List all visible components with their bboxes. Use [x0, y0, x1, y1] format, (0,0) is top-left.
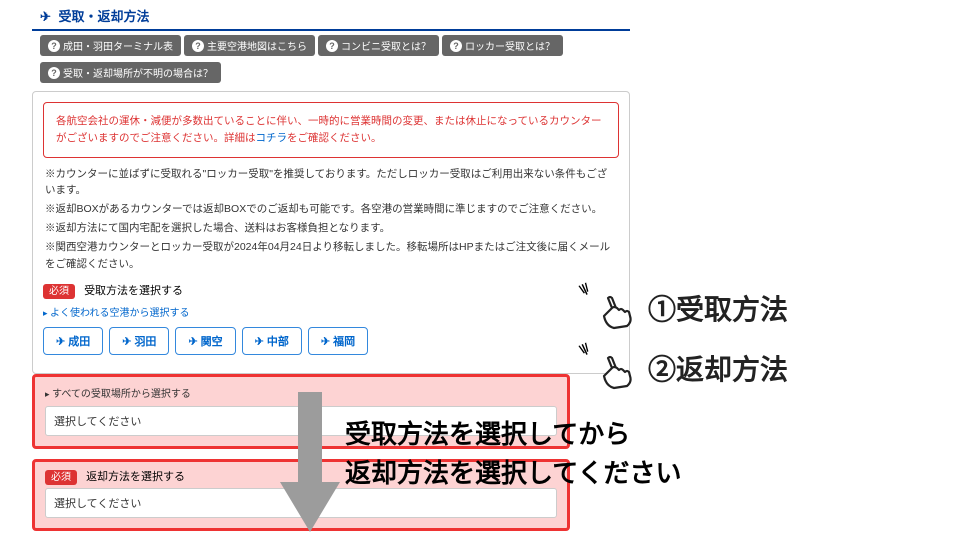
required-badge: 必須 — [43, 284, 75, 299]
instruction-line-1: 受取方法を選択してから — [345, 415, 681, 454]
section-title: ✈ 受取・返却方法 — [32, 0, 630, 31]
pickup-label: 受取方法を選択する — [84, 285, 183, 297]
alert-box: 各航空会社の運休・減便が多数出ていることに伴い、一時的に営業時間の変更、または休… — [43, 102, 619, 158]
help-airport-map[interactable]: ?主要空港地図はこちら — [184, 35, 315, 56]
plane-icon: ✈ — [40, 9, 51, 25]
help-icon: ? — [48, 40, 60, 52]
callout-pickup: ①受取方法 — [648, 288, 788, 328]
plane-icon: ✈ — [56, 335, 65, 348]
plane-icon: ✈ — [255, 335, 264, 348]
help-locker[interactable]: ?ロッカー受取とは？ — [442, 35, 563, 56]
main-box: 各航空会社の運休・減便が多数出ていることに伴い、一時的に営業時間の変更、または休… — [32, 91, 630, 374]
alert-text-2: をご確認ください。 — [287, 132, 382, 144]
plane-icon: ✈ — [122, 335, 131, 348]
help-icon: ? — [326, 40, 338, 52]
help-icon: ? — [192, 40, 204, 52]
notice-2: ※返却BOXがあるカウンターでは返却BOXでのご返却も可能です。各空港の営業時間… — [43, 201, 619, 220]
alert-link[interactable]: コチラ — [256, 132, 288, 144]
airport-chubu[interactable]: ✈中部 — [242, 327, 302, 355]
help-icon: ? — [450, 40, 462, 52]
section-title-text: 受取・返却方法 — [59, 9, 150, 24]
notice-1: ※カウンターに並ばずに受取れる"ロッカー受取"を推奨しております。ただしロッカー… — [43, 166, 619, 202]
airport-fukuoka[interactable]: ✈福岡 — [308, 327, 368, 355]
help-terminal[interactable]: ?成田・羽田ターミナル表 — [40, 35, 181, 56]
pointer-hand-icon — [592, 348, 638, 397]
callout-return: ②返却方法 — [648, 348, 788, 388]
popular-airports-link[interactable]: よく使われる空港から選択する — [43, 302, 619, 321]
help-conveni[interactable]: ?コンビニ受取とは？ — [318, 35, 439, 56]
airport-haneda[interactable]: ✈羽田 — [109, 327, 169, 355]
airport-buttons: ✈成田 ✈羽田 ✈関空 ✈中部 ✈福岡 — [43, 327, 619, 355]
required-badge: 必須 — [45, 470, 77, 485]
help-row-2: ?受取・返却場所が不明の場合は？ — [32, 58, 960, 85]
instruction-text: 受取方法を選択してから 返却方法を選択してください — [345, 415, 681, 493]
airport-narita[interactable]: ✈成田 — [43, 327, 103, 355]
notice-3: ※返却方法にて国内宅配を選択した場合、送料はお客様負担となります。 — [43, 220, 619, 239]
airport-kansai[interactable]: ✈関空 — [175, 327, 235, 355]
help-unknown-location[interactable]: ?受取・返却場所が不明の場合は？ — [40, 62, 221, 83]
pickup-required-row: 必須 受取方法を選択する — [43, 282, 619, 298]
instruction-line-2: 返却方法を選択してください — [345, 454, 681, 493]
return-label: 返却方法を選択する — [86, 471, 185, 483]
plane-icon: ✈ — [188, 335, 197, 348]
help-row-1: ?成田・羽田ターミナル表 ?主要空港地図はこちら ?コンビニ受取とは？ ?ロッカ… — [32, 31, 960, 58]
plane-icon: ✈ — [321, 335, 330, 348]
notice-4: ※関西空港カウンターとロッカー受取が2024年04月24日より移転しました。移転… — [43, 239, 619, 275]
help-icon: ? — [48, 67, 60, 79]
arrow-down-icon — [280, 392, 340, 535]
pointer-hand-icon — [592, 288, 638, 337]
